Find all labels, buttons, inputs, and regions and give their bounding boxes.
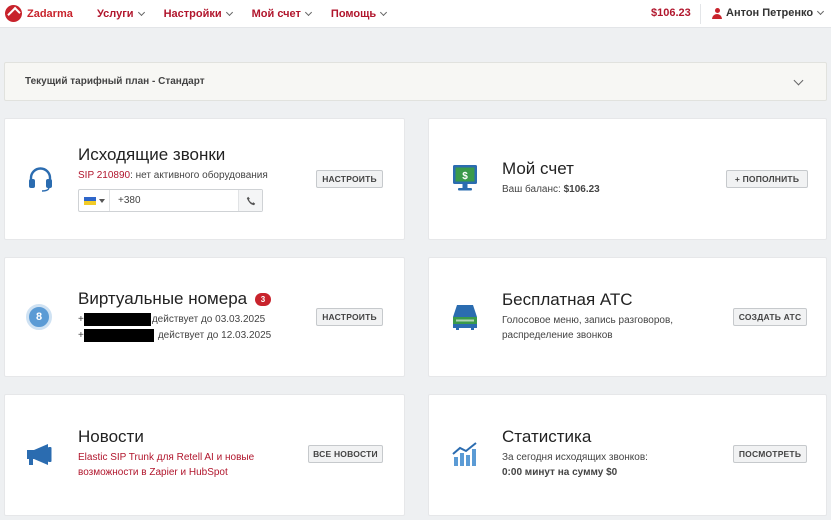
stats-summary: 0:00 минут на сумму $0 bbox=[502, 467, 618, 478]
phone-number-input[interactable] bbox=[110, 190, 238, 211]
view-stats-button[interactable]: ПОСМОТРЕТЬ bbox=[733, 445, 807, 463]
account-balance-line: Ваш баланс: $106.23 bbox=[502, 182, 600, 198]
user-icon bbox=[712, 7, 722, 19]
configure-numbers-button[interactable]: НАСТРОИТЬ bbox=[316, 308, 383, 326]
card-title: Исходящие звонки bbox=[78, 145, 226, 164]
chevron-down-icon bbox=[137, 8, 145, 16]
megaphone-icon bbox=[27, 444, 52, 465]
create-pbx-button[interactable]: СОЗДАТЬ АТС bbox=[733, 308, 807, 326]
configure-outgoing-button[interactable]: НАСТРОИТЬ bbox=[316, 170, 383, 188]
numbers-count-badge: 3 bbox=[255, 293, 271, 306]
card-title: Новости bbox=[78, 427, 144, 446]
user-menu[interactable]: Антон Петренко bbox=[712, 7, 825, 19]
nav-label: Услуги bbox=[97, 7, 134, 20]
divider bbox=[700, 4, 701, 24]
nav-item-services[interactable]: Услуги bbox=[97, 7, 145, 20]
sip-status: SIP 210890: нет активного оборудования bbox=[78, 168, 268, 184]
zadarma-logo-icon bbox=[5, 5, 22, 22]
number-expiry: действует до 03.03.2025 bbox=[151, 314, 266, 325]
nav-item-settings[interactable]: Настройки bbox=[163, 7, 233, 20]
sip-link[interactable]: SIP 210890 bbox=[78, 170, 130, 181]
news-link[interactable]: Elastic SIP Trunk для Retell AI и новые bbox=[78, 450, 254, 466]
phone-icon bbox=[246, 196, 255, 205]
nav-label: Настройки bbox=[163, 7, 222, 20]
card-title: Мой счет bbox=[502, 159, 574, 178]
redacted-number bbox=[84, 329, 154, 342]
redacted-number bbox=[84, 313, 151, 326]
news-link[interactable]: возможности в Zapier и HubSpot bbox=[78, 465, 228, 481]
call-button[interactable] bbox=[238, 190, 262, 211]
tariff-plan-text: Текущий тарифный план - Стандарт bbox=[25, 76, 205, 87]
card-title: Бесплатная АТС bbox=[502, 290, 633, 309]
country-select[interactable] bbox=[79, 190, 110, 211]
pbx-device-icon bbox=[453, 305, 477, 330]
pbx-description-line: Голосовое меню, запись разговоров, bbox=[502, 315, 674, 326]
card-title: Виртуальные номера bbox=[78, 289, 248, 308]
svg-text:$: $ bbox=[462, 171, 468, 182]
caret-down-icon bbox=[98, 198, 105, 203]
sip-status-text: : нет активного оборудования bbox=[130, 170, 268, 181]
balance-label: Ваш баланс: bbox=[502, 184, 561, 195]
bar-chart-icon bbox=[452, 442, 477, 466]
number-circle-icon: 8 bbox=[26, 304, 52, 330]
phone-dial-field bbox=[78, 189, 263, 212]
nav-item-account[interactable]: Мой счет bbox=[251, 7, 312, 20]
chevron-down-icon bbox=[304, 8, 312, 16]
chevron-down-icon bbox=[380, 8, 388, 16]
card-title: Статистика bbox=[502, 427, 592, 446]
headset-icon bbox=[29, 167, 52, 192]
top-navbar: Zadarma Услуги Настройки Мой счет Помощь… bbox=[0, 0, 831, 28]
logo-text: Zadarma bbox=[27, 7, 73, 20]
balance-value: $106.23 bbox=[563, 184, 600, 195]
pbx-description-line: распределение звонков bbox=[502, 330, 613, 341]
all-news-button[interactable]: ВСЕ НОВОСТИ bbox=[308, 445, 383, 463]
ukraine-flag-icon bbox=[83, 196, 96, 205]
nav-label: Мой счет bbox=[251, 7, 301, 20]
header-balance[interactable]: $106.23 bbox=[651, 7, 691, 19]
nav-label: Помощь bbox=[330, 7, 377, 20]
zadarma-logo[interactable]: Zadarma bbox=[5, 5, 90, 22]
stats-line: За сегодня исходящих звонков: bbox=[502, 452, 648, 463]
nav-item-help[interactable]: Помощь bbox=[330, 7, 388, 20]
number-prefix: + bbox=[78, 330, 84, 341]
chevron-down-icon[interactable] bbox=[793, 75, 804, 86]
user-name: Антон Петренко bbox=[726, 7, 814, 19]
tariff-plan-panel[interactable]: Текущий тарифный план - Стандарт bbox=[4, 62, 827, 101]
chevron-down-icon bbox=[225, 8, 233, 16]
number-prefix: + bbox=[78, 314, 84, 325]
chevron-down-icon bbox=[817, 7, 825, 16]
number-expiry: действует до 12.03.2025 bbox=[157, 330, 272, 341]
monitor-dollar-icon: $ bbox=[453, 165, 477, 191]
main-nav: Услуги Настройки Мой счет Помощь bbox=[97, 8, 406, 20]
top-up-button[interactable]: + ПОПОЛНИТЬ bbox=[726, 170, 808, 188]
